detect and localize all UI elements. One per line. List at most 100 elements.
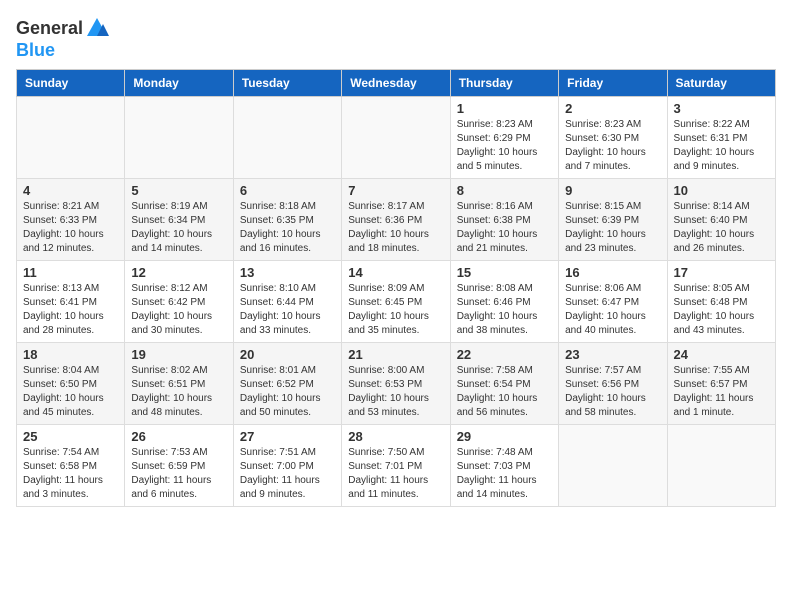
calendar-cell: 15 Sunrise: 8:08 AM Sunset: 6:46 PM Dayli… [450, 261, 558, 343]
calendar-cell: 6 Sunrise: 8:18 AM Sunset: 6:35 PM Daylig… [233, 179, 341, 261]
page-header: General Blue [16, 16, 776, 61]
day-number: 19 [131, 347, 226, 362]
day-number: 15 [457, 265, 552, 280]
day-number: 4 [23, 183, 118, 198]
day-number: 26 [131, 429, 226, 444]
calendar-cell [559, 425, 667, 507]
day-number: 14 [348, 265, 443, 280]
calendar-header-friday: Friday [559, 70, 667, 97]
calendar-cell [233, 97, 341, 179]
day-number: 16 [565, 265, 660, 280]
calendar-cell [667, 425, 775, 507]
calendar-cell: 2 Sunrise: 8:23 AM Sunset: 6:30 PM Daylig… [559, 97, 667, 179]
calendar-header-saturday: Saturday [667, 70, 775, 97]
day-number: 3 [674, 101, 769, 116]
day-number: 20 [240, 347, 335, 362]
calendar-week-row: 18Sunrise: 8:04 AM Sunset: 6:50 PM Dayli… [17, 343, 776, 425]
calendar-cell: 24 Sunrise: 7:55 AM Sunset: 6:57 PM Dayli… [667, 343, 775, 425]
day-number: 10 [674, 183, 769, 198]
calendar-header-wednesday: Wednesday [342, 70, 450, 97]
day-number: 17 [674, 265, 769, 280]
day-info: Sunrise: 8:21 AM Sunset: 6:33 PM Dayligh… [23, 200, 118, 256]
calendar-header-sunday: Sunday [17, 70, 125, 97]
calendar-header-monday: Monday [125, 70, 233, 97]
day-info: Sunrise: 7:55 AM Sunset: 6:57 PM Dayligh… [674, 364, 769, 420]
calendar-header-tuesday: Tuesday [233, 70, 341, 97]
day-info: Sunrise: 8:08 AM Sunset: 6:46 PM Dayligh… [457, 282, 552, 338]
day-info: Sunrise: 7:50 AM Sunset: 7:01 PM Dayligh… [348, 446, 443, 502]
calendar-cell: 4 Sunrise: 8:21 AM Sunset: 6:33 PM Daylig… [17, 179, 125, 261]
day-info: Sunrise: 8:12 AM Sunset: 6:42 PM Dayligh… [131, 282, 226, 338]
calendar-cell: 29Sunrise: 7:48 AM Sunset: 7:03 PM Dayli… [450, 425, 558, 507]
calendar-cell: 28Sunrise: 7:50 AM Sunset: 7:01 PM Dayli… [342, 425, 450, 507]
calendar-cell: 14 Sunrise: 8:09 AM Sunset: 6:45 PM Dayli… [342, 261, 450, 343]
calendar-cell: 20Sunrise: 8:01 AM Sunset: 6:52 PM Dayli… [233, 343, 341, 425]
day-number: 23 [565, 347, 660, 362]
day-number: 8 [457, 183, 552, 198]
day-info: Sunrise: 8:13 AM Sunset: 6:41 PM Dayligh… [23, 282, 118, 338]
calendar-cell: 25Sunrise: 7:54 AM Sunset: 6:58 PM Dayli… [17, 425, 125, 507]
calendar-week-row: 25Sunrise: 7:54 AM Sunset: 6:58 PM Dayli… [17, 425, 776, 507]
day-info: Sunrise: 8:23 AM Sunset: 6:30 PM Dayligh… [565, 118, 660, 174]
day-number: 13 [240, 265, 335, 280]
day-info: Sunrise: 8:18 AM Sunset: 6:35 PM Dayligh… [240, 200, 335, 256]
day-info: Sunrise: 8:02 AM Sunset: 6:51 PM Dayligh… [131, 364, 226, 420]
day-info: Sunrise: 7:57 AM Sunset: 6:56 PM Dayligh… [565, 364, 660, 420]
day-number: 5 [131, 183, 226, 198]
calendar-cell: 1 Sunrise: 8:23 AM Sunset: 6:29 PM Daylig… [450, 97, 558, 179]
calendar-cell: 13 Sunrise: 8:10 AM Sunset: 6:44 PM Dayli… [233, 261, 341, 343]
day-number: 2 [565, 101, 660, 116]
day-info: Sunrise: 8:04 AM Sunset: 6:50 PM Dayligh… [23, 364, 118, 420]
calendar-cell: 9 Sunrise: 8:15 AM Sunset: 6:39 PM Daylig… [559, 179, 667, 261]
day-number: 22 [457, 347, 552, 362]
day-info: Sunrise: 8:05 AM Sunset: 6:48 PM Dayligh… [674, 282, 769, 338]
day-info: Sunrise: 8:10 AM Sunset: 6:44 PM Dayligh… [240, 282, 335, 338]
calendar-cell: 21 Sunrise: 8:00 AM Sunset: 6:53 PM Dayli… [342, 343, 450, 425]
day-info: Sunrise: 8:09 AM Sunset: 6:45 PM Dayligh… [348, 282, 443, 338]
day-info: Sunrise: 8:06 AM Sunset: 6:47 PM Dayligh… [565, 282, 660, 338]
day-info: Sunrise: 7:58 AM Sunset: 6:54 PM Dayligh… [457, 364, 552, 420]
calendar-week-row: 4 Sunrise: 8:21 AM Sunset: 6:33 PM Daylig… [17, 179, 776, 261]
day-info: Sunrise: 8:23 AM Sunset: 6:29 PM Dayligh… [457, 118, 552, 174]
calendar-cell: 11 Sunrise: 8:13 AM Sunset: 6:41 PM Dayli… [17, 261, 125, 343]
calendar-cell: 23 Sunrise: 7:57 AM Sunset: 6:56 PM Dayli… [559, 343, 667, 425]
calendar-cell: 17 Sunrise: 8:05 AM Sunset: 6:48 PM Dayli… [667, 261, 775, 343]
calendar-cell: 16 Sunrise: 8:06 AM Sunset: 6:47 PM Dayli… [559, 261, 667, 343]
calendar-cell [342, 97, 450, 179]
day-info: Sunrise: 8:17 AM Sunset: 6:36 PM Dayligh… [348, 200, 443, 256]
day-number: 1 [457, 101, 552, 116]
day-number: 25 [23, 429, 118, 444]
calendar-cell: 8 Sunrise: 8:16 AM Sunset: 6:38 PM Daylig… [450, 179, 558, 261]
calendar-cell: 27Sunrise: 7:51 AM Sunset: 7:00 PM Dayli… [233, 425, 341, 507]
calendar-cell [17, 97, 125, 179]
calendar-cell: 3Sunrise: 8:22 AM Sunset: 6:31 PM Daylig… [667, 97, 775, 179]
calendar-week-row: 11 Sunrise: 8:13 AM Sunset: 6:41 PM Dayli… [17, 261, 776, 343]
day-number: 24 [674, 347, 769, 362]
day-info: Sunrise: 8:00 AM Sunset: 6:53 PM Dayligh… [348, 364, 443, 420]
calendar-cell: 12 Sunrise: 8:12 AM Sunset: 6:42 PM Dayli… [125, 261, 233, 343]
calendar-cell: 18Sunrise: 8:04 AM Sunset: 6:50 PM Dayli… [17, 343, 125, 425]
calendar-table: SundayMondayTuesdayWednesdayThursdayFrid… [16, 69, 776, 507]
calendar-header-row: SundayMondayTuesdayWednesdayThursdayFrid… [17, 70, 776, 97]
calendar-cell: 19 Sunrise: 8:02 AM Sunset: 6:51 PM Dayli… [125, 343, 233, 425]
day-number: 7 [348, 183, 443, 198]
day-number: 21 [348, 347, 443, 362]
calendar-cell: 22 Sunrise: 7:58 AM Sunset: 6:54 PM Dayli… [450, 343, 558, 425]
day-info: Sunrise: 8:16 AM Sunset: 6:38 PM Dayligh… [457, 200, 552, 256]
calendar-week-row: 1 Sunrise: 8:23 AM Sunset: 6:29 PM Daylig… [17, 97, 776, 179]
calendar-header-thursday: Thursday [450, 70, 558, 97]
logo-blue-text: Blue [16, 40, 55, 61]
calendar-cell: 5 Sunrise: 8:19 AM Sunset: 6:34 PM Daylig… [125, 179, 233, 261]
calendar-cell [125, 97, 233, 179]
day-info: Sunrise: 8:19 AM Sunset: 6:34 PM Dayligh… [131, 200, 226, 256]
day-number: 29 [457, 429, 552, 444]
logo-general-text: General [16, 18, 83, 39]
day-info: Sunrise: 7:51 AM Sunset: 7:00 PM Dayligh… [240, 446, 335, 502]
calendar-cell: 10Sunrise: 8:14 AM Sunset: 6:40 PM Dayli… [667, 179, 775, 261]
day-number: 11 [23, 265, 118, 280]
day-number: 6 [240, 183, 335, 198]
day-number: 12 [131, 265, 226, 280]
day-info: Sunrise: 8:15 AM Sunset: 6:39 PM Dayligh… [565, 200, 660, 256]
logo-icon [85, 16, 109, 40]
day-number: 9 [565, 183, 660, 198]
